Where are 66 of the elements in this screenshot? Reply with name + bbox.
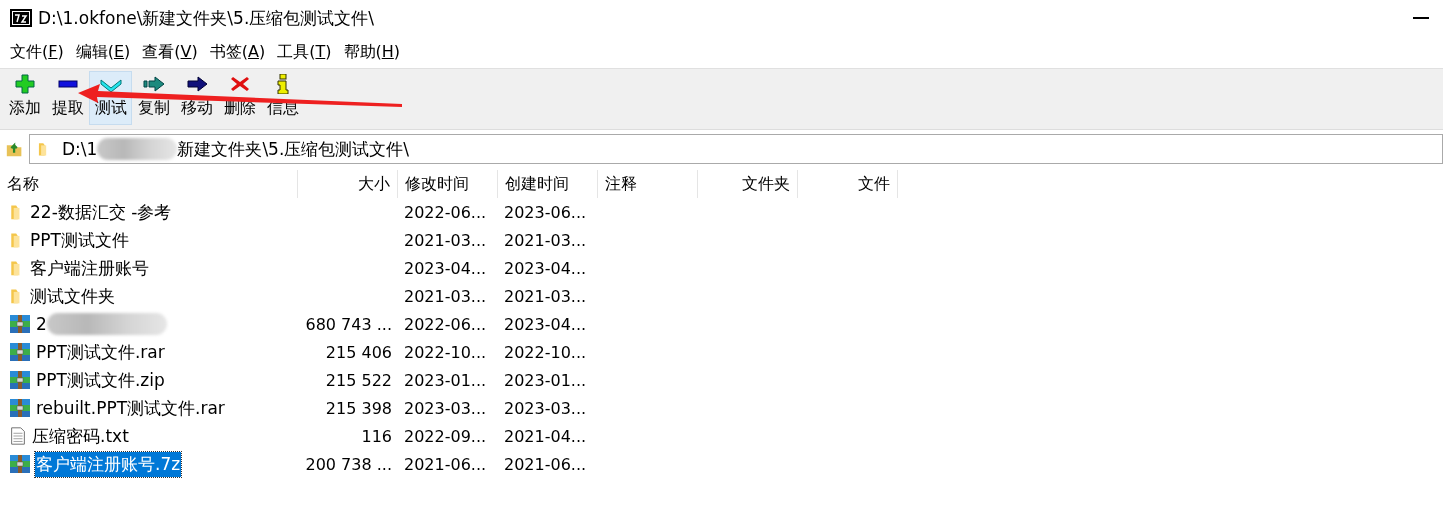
- modified-time: 2023-01...: [403, 370, 488, 390]
- modified-time: 2022-06...: [403, 202, 488, 222]
- created-time: 2022-10...: [503, 342, 588, 362]
- file-name[interactable]: 22-数据汇交 -参考: [29, 199, 173, 225]
- created-time: 2021-06...: [503, 454, 588, 474]
- modified-time: 2022-09...: [403, 426, 488, 446]
- column-header[interactable]: 文件: [798, 170, 898, 198]
- archive-icon: [8, 314, 32, 334]
- toolbar-button[interactable]: 添加: [3, 71, 46, 125]
- modified-time: 2021-06...: [403, 454, 488, 474]
- toolbar-button[interactable]: 复制: [132, 71, 175, 125]
- modified-time: 2023-04...: [403, 258, 488, 278]
- archive-icon: [8, 342, 32, 362]
- created-time: 2023-01...: [503, 370, 588, 390]
- plus-icon: [13, 74, 36, 94]
- menu-item[interactable]: 编辑(E): [69, 41, 137, 63]
- file-name[interactable]: 客户端注册账号: [29, 255, 150, 281]
- column-header[interactable]: 修改时间: [398, 170, 498, 198]
- archive-icon: [8, 454, 32, 474]
- toolbar-button[interactable]: 移动: [175, 71, 218, 125]
- app-logo-icon: [10, 9, 32, 27]
- menu-item[interactable]: 文件(F): [4, 41, 70, 63]
- file-size: 215 406: [324, 342, 393, 362]
- column-header[interactable]: 大小: [298, 170, 398, 198]
- window-title: D:\1.okfone\新建文件夹\5.压缩包测试文件\: [38, 6, 376, 30]
- text-file-icon: [8, 426, 28, 446]
- file-size: 680 743 ...: [304, 314, 393, 334]
- menu-item[interactable]: 查看(V): [136, 41, 204, 63]
- address-path: D:\1 新建文件夹\5.压缩包测试文件\: [62, 137, 410, 161]
- modified-time: 2023-03...: [403, 398, 488, 418]
- toolbar-button[interactable]: 提取: [46, 71, 89, 125]
- address-field[interactable]: D:\1 新建文件夹\5.压缩包测试文件\: [29, 134, 1443, 164]
- file-name[interactable]: 压缩密码.txt: [31, 423, 130, 449]
- menu-item[interactable]: 帮助(H): [337, 41, 407, 63]
- menu-item[interactable]: 工具(T): [271, 41, 338, 63]
- modified-time: 2022-06...: [403, 314, 488, 334]
- file-size: 200 738 ...: [304, 454, 393, 474]
- file-name[interactable]: PPT测试文件.zip: [35, 367, 166, 393]
- created-time: 2023-06...: [503, 202, 588, 222]
- modified-time: 2021-03...: [403, 286, 488, 306]
- column-header[interactable]: 注释: [598, 170, 698, 198]
- file-name[interactable]: 测试文件夹: [29, 283, 116, 309]
- arrow-right-icon: [185, 74, 208, 94]
- modified-time: 2021-03...: [403, 230, 488, 250]
- created-time: 2023-03...: [503, 398, 588, 418]
- file-name[interactable]: 客户端注册账号.7z: [35, 451, 182, 477]
- file-size: 116: [360, 426, 393, 446]
- file-name[interactable]: PPT测试文件: [29, 227, 130, 253]
- created-time: 2021-03...: [503, 230, 588, 250]
- modified-time: 2022-10...: [403, 342, 488, 362]
- column-header[interactable]: 创建时间: [498, 170, 598, 198]
- created-time: 2023-04...: [503, 258, 588, 278]
- arrow-right-icon: [142, 74, 165, 94]
- file-name[interactable]: rebuilt.PPT测试文件.rar: [35, 395, 226, 421]
- menu-item[interactable]: 书签(A): [203, 41, 272, 63]
- file-name[interactable]: 2: [35, 312, 168, 336]
- archive-icon: [8, 398, 32, 418]
- created-time: 2021-04...: [503, 426, 588, 446]
- created-time: 2023-04...: [503, 314, 588, 334]
- column-header[interactable]: 名称: [0, 170, 298, 198]
- file-size: 215 398: [324, 398, 393, 418]
- archive-icon: [8, 370, 32, 390]
- file-size: 215 522: [324, 370, 393, 390]
- column-header[interactable]: 文件夹: [698, 170, 798, 198]
- created-time: 2021-03...: [503, 286, 588, 306]
- file-name[interactable]: PPT测试文件.rar: [35, 339, 166, 365]
